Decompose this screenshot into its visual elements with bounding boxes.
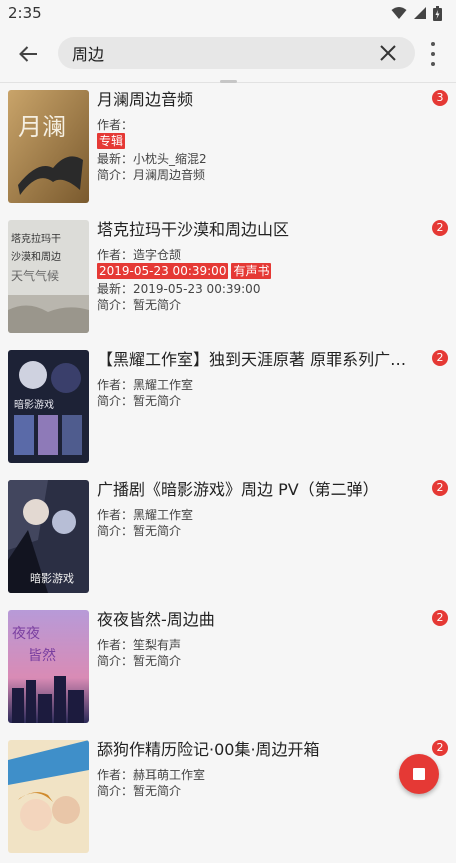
- svg-text:月澜: 月澜: [18, 113, 66, 141]
- count-badge: 2: [432, 350, 448, 366]
- list-item[interactable]: 暗影游戏 广播剧《暗影游戏》周边 PV（第二弹） 作者：黑耀工作室 简介：暂无简…: [0, 473, 456, 603]
- more-options-button[interactable]: [426, 42, 440, 66]
- signal-icon: [414, 7, 426, 19]
- cover-image: 塔克拉玛干 沙漠和周边 天气气候: [8, 220, 89, 333]
- list-item[interactable]: 塔克拉玛干 沙漠和周边 天气气候 塔克拉玛干沙漠和周边山区 作者：造字仓颉 20…: [0, 213, 456, 343]
- list-item[interactable]: 月澜 月澜周边音频 作者： 专辑 最新：小枕头_缩混2 简介：月澜周边音频 3: [0, 83, 456, 213]
- svg-text:皆然: 皆然: [28, 647, 56, 664]
- item-title: 广播剧《暗影游戏》周边 PV（第二弹）: [97, 480, 379, 499]
- svg-text:沙漠和周边: 沙漠和周边: [11, 251, 61, 263]
- category-tag: 专辑: [97, 133, 126, 149]
- item-title: 塔克拉玛干沙漠和周边山区: [97, 220, 290, 239]
- item-author: 作者：笙梨有声: [97, 638, 182, 652]
- item-latest: 最新：2019-05-23 00:39:00: [97, 282, 261, 296]
- back-button[interactable]: [14, 40, 42, 68]
- count-badge: 2: [432, 220, 448, 236]
- stop-button[interactable]: [399, 754, 439, 794]
- status-time: 2:35: [8, 4, 42, 22]
- svg-text:天气气候: 天气气候: [11, 268, 59, 283]
- svg-text:暗影游戏: 暗影游戏: [14, 398, 54, 411]
- status-bar: 2:35: [0, 0, 456, 26]
- battery-icon: [433, 5, 442, 21]
- more-vert-icon-dot: [431, 42, 435, 46]
- system-icons: [391, 5, 442, 21]
- item-author: 作者：黑耀工作室: [97, 378, 194, 392]
- item-tags: 专辑: [97, 133, 427, 149]
- item-author: 作者：赫耳萌工作室: [97, 768, 206, 782]
- count-badge: 2: [432, 610, 448, 626]
- item-info: 夜夜皆然-周边曲 作者：笙梨有声 简介：暂无简介: [97, 609, 427, 669]
- item-title: 月澜周边音频: [97, 90, 194, 109]
- search-input[interactable]: [72, 37, 362, 69]
- svg-text:暗影游戏: 暗影游戏: [30, 571, 74, 585]
- date-tag: 2019-05-23 00:39:00: [97, 263, 229, 279]
- search-results-list: 月澜 月澜周边音频 作者： 专辑 最新：小枕头_缩混2 简介：月澜周边音频 3 …: [0, 83, 456, 863]
- more-vert-icon-dot: [431, 62, 435, 66]
- item-intro: 简介：暂无简介: [97, 394, 182, 408]
- count-badge: 2: [432, 480, 448, 496]
- count-badge: 2: [432, 740, 448, 756]
- list-item[interactable]: 夜夜 皆然 夜夜皆然-周边曲 作者：笙梨有声 简介：暂无简介 2: [0, 603, 456, 733]
- item-info: 塔克拉玛干沙漠和周边山区 作者：造字仓颉 2019-05-23 00:39:00…: [97, 219, 427, 313]
- item-title: 夜夜皆然-周边曲: [97, 610, 215, 629]
- item-intro: 简介：月澜周边音频: [97, 168, 206, 182]
- more-vert-icon-dot: [431, 52, 435, 56]
- svg-text:塔克拉玛干: 塔克拉玛干: [11, 232, 61, 245]
- svg-text:夜夜: 夜夜: [12, 626, 40, 642]
- cover-image: 夜夜 皆然: [8, 610, 89, 723]
- search-box: [58, 37, 415, 69]
- item-info: 舔狗作精历险记·00集·周边开箱 作者：赫耳萌工作室 简介：暂无简介: [97, 739, 427, 799]
- item-author: 作者：: [97, 118, 134, 132]
- item-intro: 简介：暂无简介: [97, 524, 182, 538]
- item-info: 广播剧《暗影游戏》周边 PV（第二弹） 作者：黑耀工作室 简介：暂无简介: [97, 479, 427, 539]
- arrow-back-icon: [19, 46, 37, 62]
- item-tags: 2019-05-23 00:39:00 有声书: [97, 263, 427, 279]
- close-icon[interactable]: [379, 44, 397, 62]
- item-author: 作者：造字仓颉: [97, 248, 182, 262]
- stop-icon: [413, 768, 425, 780]
- item-intro: 简介：暂无简介: [97, 784, 182, 798]
- item-intro: 简介：暂无简介: [97, 654, 182, 668]
- item-title: 舔狗作精历险记·00集·周边开箱: [97, 740, 320, 759]
- search-toolbar: [0, 26, 456, 83]
- wifi-icon: [391, 7, 407, 19]
- item-title: 【黑耀工作室】独到天涯原著 原罪系列广播剧…: [97, 350, 422, 369]
- list-item[interactable]: 舔狗作精历险记·00集·周边开箱 作者：赫耳萌工作室 简介：暂无简介 2: [0, 733, 456, 863]
- count-badge: 3: [432, 90, 448, 106]
- item-author: 作者：黑耀工作室: [97, 508, 194, 522]
- cover-image: 月澜: [8, 90, 89, 203]
- item-info: 【黑耀工作室】独到天涯原著 原罪系列广播剧… 作者：黑耀工作室 简介：暂无简介: [97, 349, 427, 409]
- cover-image: 暗影游戏: [8, 350, 89, 463]
- category-tag: 有声书: [231, 263, 272, 279]
- item-info: 月澜周边音频 作者： 专辑 最新：小枕头_缩混2 简介：月澜周边音频: [97, 89, 427, 183]
- cover-image: [8, 740, 89, 853]
- cover-image: 暗影游戏: [8, 480, 89, 593]
- list-item[interactable]: 暗影游戏 【黑耀工作室】独到天涯原著 原罪系列广播剧… 作者：黑耀工作室 简介：…: [0, 343, 456, 473]
- item-latest: 最新：小枕头_缩混2: [97, 152, 207, 166]
- item-intro: 简介：暂无简介: [97, 298, 182, 312]
